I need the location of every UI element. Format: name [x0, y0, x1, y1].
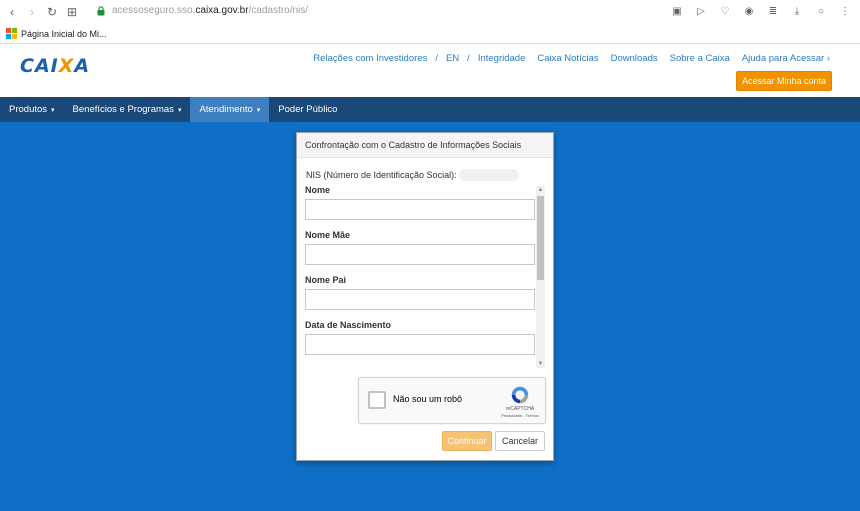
- bookmark-label: Página Inicial do Mi...: [21, 28, 107, 39]
- nome-mae-input[interactable]: [305, 244, 535, 265]
- link-separator: /: [467, 53, 470, 64]
- logo-text-a: CAI: [20, 55, 59, 77]
- site-header: CAIXA Relações com Investidores / EN / I…: [0, 45, 860, 97]
- nav-beneficios[interactable]: Benefícios e Programas ▾: [64, 97, 191, 122]
- link-separator: /: [435, 53, 438, 64]
- caret-down-icon: ▾: [177, 106, 182, 114]
- recaptcha-widget: Não sou um robô reCAPTCHA Privacidade - …: [358, 377, 546, 424]
- field-label-nome-pai: Nome Pai: [305, 275, 347, 285]
- caret-down-icon: ▾: [51, 106, 55, 114]
- windows-icon: [6, 28, 17, 39]
- url-host: caixa.gov.br: [195, 5, 249, 16]
- nome-input[interactable]: [305, 199, 535, 220]
- nav-label: Atendimento: [199, 104, 253, 115]
- field-label-data-nascimento: Data de Nascimento: [305, 320, 392, 330]
- recaptcha-icon: [511, 386, 529, 404]
- recaptcha-checkbox[interactable]: [368, 391, 386, 409]
- scroll-up-icon[interactable]: ▲: [536, 186, 545, 194]
- more-icon[interactable]: ⋮: [838, 4, 852, 18]
- lock-icon: [97, 5, 105, 15]
- forward-icon[interactable]: ›: [24, 4, 40, 20]
- recaptcha-label: Não sou um robô: [393, 394, 463, 404]
- acessar-minha-conta-button[interactable]: Acessar Minha conta: [736, 71, 832, 91]
- play-icon[interactable]: ▷: [694, 4, 708, 18]
- link-sobre[interactable]: Sobre a Caixa: [670, 53, 730, 64]
- form-scrollbar[interactable]: ▲ ▼: [536, 186, 545, 368]
- recaptcha-brand: reCAPTCHA: [505, 406, 535, 412]
- heart-icon[interactable]: ♡: [718, 4, 732, 18]
- nav-produtos[interactable]: Produtos ▾: [0, 97, 64, 122]
- form-scroll-area: Nome Nome Mãe Nome Pai Data de Nasciment…: [305, 185, 545, 367]
- nav-label: Produtos: [9, 104, 48, 115]
- nav-label: Benefícios e Programas: [72, 104, 174, 115]
- field-label-nome-mae: Nome Mãe: [305, 230, 351, 240]
- nav-label: Poder Público: [278, 104, 338, 115]
- scroll-down-icon[interactable]: ▼: [536, 360, 545, 368]
- nav-atendimento[interactable]: Atendimento ▾: [190, 97, 270, 122]
- nis-row: NIS (Número de Identificação Social):: [306, 169, 519, 181]
- field-label-nome: Nome: [305, 185, 331, 195]
- url-prefix: acessoseguro.sso.: [112, 5, 196, 16]
- modal-title: Confrontação com o Cadastro de Informaçõ…: [297, 133, 553, 158]
- cancelar-button[interactable]: Cancelar: [495, 431, 545, 451]
- logo-text-x: X: [58, 55, 75, 77]
- nis-value-redacted: [458, 169, 519, 181]
- download-icon[interactable]: ⤓: [790, 4, 804, 18]
- url-path: /cadastro/nis/: [248, 5, 309, 16]
- nis-modal: Confrontação com o Cadastro de Informaçõ…: [296, 132, 554, 461]
- link-downloads[interactable]: Downloads: [611, 53, 658, 64]
- browser-toolbar: ‹ › ↻ ⊞ acessoseguro.sso. caixa.gov.br /…: [0, 0, 860, 24]
- link-en[interactable]: EN: [446, 53, 459, 64]
- top-links: Relações com Investidores / EN / Integri…: [313, 53, 830, 64]
- nome-pai-input[interactable]: [305, 289, 535, 310]
- profile-icon[interactable]: ○: [814, 4, 828, 18]
- extension-icon[interactable]: ◉: [742, 4, 756, 18]
- link-integridade[interactable]: Integridade: [478, 53, 526, 64]
- main-nav: Produtos ▾ Benefícios e Programas ▾ Aten…: [0, 97, 860, 122]
- caret-down-icon: ▾: [256, 106, 261, 114]
- recaptcha-terms[interactable]: Privacidade - Termos: [495, 413, 545, 418]
- apps-icon[interactable]: ⊞: [64, 4, 80, 20]
- address-bar[interactable]: acessoseguro.sso. caixa.gov.br /cadastro…: [96, 5, 308, 16]
- link-investidores[interactable]: Relações com Investidores: [313, 53, 427, 64]
- continuar-button[interactable]: Continuar: [442, 431, 492, 451]
- link-noticias[interactable]: Caixa Notícias: [537, 53, 598, 64]
- reload-icon[interactable]: ↻: [44, 4, 60, 20]
- caixa-logo[interactable]: CAIXA: [20, 55, 90, 77]
- menu-icon[interactable]: ≣: [766, 4, 780, 18]
- bookmark-home[interactable]: Página Inicial do Mi...: [6, 28, 107, 39]
- nis-label: NIS (Número de Identificação Social):: [306, 170, 457, 180]
- back-icon[interactable]: ‹: [4, 4, 20, 20]
- link-ajuda[interactable]: Ajuda para Acessar ›: [742, 53, 830, 64]
- data-nascimento-input[interactable]: [305, 334, 535, 355]
- bookmarks-bar: Página Inicial do Mi...: [0, 24, 860, 44]
- logo-text-b: A: [74, 55, 91, 77]
- nav-poder-publico[interactable]: Poder Público: [269, 97, 346, 122]
- scroll-thumb[interactable]: [537, 196, 544, 280]
- camera-icon[interactable]: ▣: [670, 4, 684, 18]
